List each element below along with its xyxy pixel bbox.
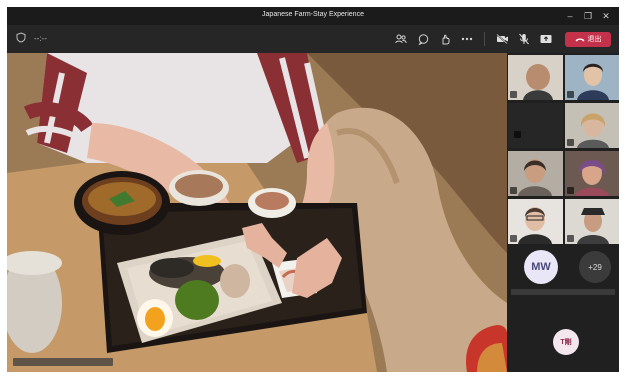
participant-tile[interactable]: [508, 55, 563, 100]
participant-tile[interactable]: [508, 199, 563, 244]
presenter-avatar[interactable]: T剛: [553, 329, 579, 355]
phone-hangup-icon: [575, 37, 584, 41]
shield-icon[interactable]: [16, 32, 26, 45]
camera-off-icon[interactable]: [491, 31, 513, 47]
meeting-toolbar: --:-- 退出: [7, 25, 619, 53]
participant-tile[interactable]: [565, 103, 619, 148]
maximize-button[interactable]: ❐: [579, 9, 597, 23]
close-button[interactable]: ✕: [597, 9, 615, 23]
toolbar-divider: [484, 32, 485, 46]
meeting-window: Japanese Farm-Stay Experience – ❐ ✕ --:-…: [7, 7, 619, 372]
leave-button[interactable]: 退出: [565, 31, 611, 47]
mic-status-icon: [567, 91, 574, 98]
mic-off-icon[interactable]: [513, 31, 535, 47]
reactions-icon[interactable]: [434, 31, 456, 47]
window-title: Japanese Farm-Stay Experience: [262, 11, 364, 18]
chat-icon[interactable]: [412, 31, 434, 47]
participants-panel: MW +29 T剛: [507, 53, 619, 372]
mic-status-icon: [510, 91, 517, 98]
people-icon[interactable]: [390, 31, 412, 47]
mic-status-icon: [514, 131, 521, 138]
title-bar: Japanese Farm-Stay Experience – ❐ ✕: [7, 7, 619, 25]
video-frame-image: [7, 53, 507, 372]
participant-tile[interactable]: [508, 151, 563, 196]
avatar[interactable]: MW: [524, 250, 558, 284]
participant-tile[interactable]: [565, 55, 619, 100]
minimize-button[interactable]: –: [561, 9, 579, 23]
participant-tile[interactable]: [508, 103, 563, 148]
participant-name-bar: [511, 289, 615, 295]
more-options-icon[interactable]: [456, 31, 478, 47]
meeting-timer: --:--: [34, 34, 47, 43]
participant-tile[interactable]: [565, 151, 619, 196]
speaker-name-bar: [13, 358, 113, 366]
participant-tile[interactable]: [565, 199, 619, 244]
leave-label: 退出: [587, 36, 602, 43]
mic-status-icon: [567, 235, 574, 242]
share-screen-icon[interactable]: [535, 31, 557, 47]
mic-status-icon: [510, 235, 517, 242]
mic-status-icon: [567, 139, 574, 146]
overflow-count[interactable]: +29: [579, 251, 611, 283]
main-video-feed[interactable]: [7, 53, 507, 372]
mic-status-icon: [510, 187, 517, 194]
mic-status-icon: [567, 187, 574, 194]
